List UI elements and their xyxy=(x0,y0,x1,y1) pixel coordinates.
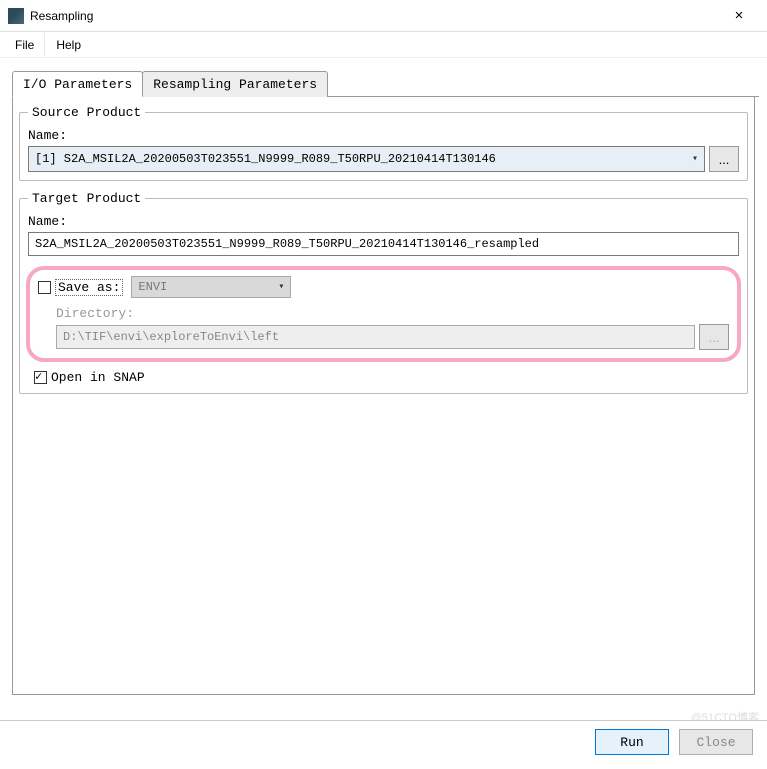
menubar: File Help xyxy=(0,32,767,58)
directory-block: Directory: D:\TIF\envi\exploreToEnvi\lef… xyxy=(56,306,729,350)
source-product-value: [1] S2A_MSIL2A_20200503T023551_N9999_R08… xyxy=(35,152,496,166)
footer: Run Close xyxy=(0,720,767,763)
source-product-group: Source Product Name: [1] S2A_MSIL2A_2020… xyxy=(19,105,748,181)
target-name-label: Name: xyxy=(28,214,739,229)
saveas-checkbox[interactable] xyxy=(38,281,51,294)
source-name-label: Name: xyxy=(28,128,739,143)
tab-io-parameters[interactable]: I/O Parameters xyxy=(12,71,143,97)
directory-browse-button: ... xyxy=(699,324,729,350)
saveas-format-value: ENVI xyxy=(138,280,167,294)
target-name-input[interactable] xyxy=(28,232,739,256)
open-in-snap-label: Open in SNAP xyxy=(51,370,145,385)
target-product-legend: Target Product xyxy=(28,191,145,206)
directory-value: D:\TIF\envi\exploreToEnvi\left xyxy=(63,330,279,344)
open-in-snap-checkbox[interactable] xyxy=(34,371,47,384)
saveas-label: Save as: xyxy=(55,279,123,296)
app-icon xyxy=(8,8,24,24)
saveas-format-select: ENVI ▾ xyxy=(131,276,291,298)
close-button[interactable]: × xyxy=(719,7,759,24)
directory-field: D:\TIF\envi\exploreToEnvi\left xyxy=(56,325,695,349)
window-title: Resampling xyxy=(30,9,93,23)
chevron-down-icon: ▾ xyxy=(692,153,698,165)
open-in-snap-row: Open in SNAP xyxy=(34,370,739,385)
menu-help[interactable]: Help xyxy=(45,32,92,57)
titlebar-left: Resampling xyxy=(8,8,93,24)
tab-body: Source Product Name: [1] S2A_MSIL2A_2020… xyxy=(12,97,755,695)
source-browse-button[interactable]: ... xyxy=(709,146,739,172)
titlebar: Resampling × xyxy=(0,0,767,32)
content-area: I/O Parameters Resampling Parameters Sou… xyxy=(0,58,767,703)
tab-resampling-parameters[interactable]: Resampling Parameters xyxy=(142,71,328,97)
close-button-footer[interactable]: Close xyxy=(679,729,753,755)
source-product-select[interactable]: [1] S2A_MSIL2A_20200503T023551_N9999_R08… xyxy=(28,146,705,172)
target-product-group: Target Product Name: Save as: ENVI ▾ Dir… xyxy=(19,191,748,394)
highlight-annotation: Save as: ENVI ▾ Directory: D:\TIF\envi\e… xyxy=(26,266,741,362)
chevron-down-icon: ▾ xyxy=(278,281,284,293)
source-product-legend: Source Product xyxy=(28,105,145,120)
run-button[interactable]: Run xyxy=(595,729,669,755)
directory-label: Directory: xyxy=(56,306,729,321)
saveas-row: Save as: ENVI ▾ xyxy=(38,276,729,298)
tabstrip: I/O Parameters Resampling Parameters xyxy=(12,70,759,97)
menu-file[interactable]: File xyxy=(4,32,45,57)
